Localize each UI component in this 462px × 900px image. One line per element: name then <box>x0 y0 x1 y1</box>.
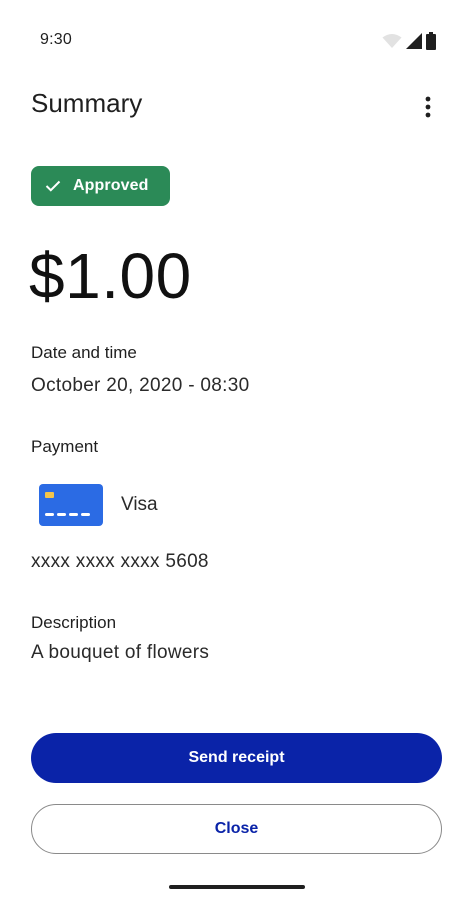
app-bar: Summary <box>0 80 462 134</box>
page-title: Summary <box>31 88 143 118</box>
more-vert-icon <box>425 96 431 123</box>
wifi-icon <box>382 33 402 49</box>
cellular-signal-icon <box>406 33 422 49</box>
status-badge: Approved <box>31 166 170 206</box>
check-icon <box>45 180 61 192</box>
overflow-menu-button[interactable] <box>411 92 445 126</box>
status-bar: 9:30 <box>0 0 462 80</box>
home-indicator[interactable] <box>169 885 305 889</box>
send-receipt-button[interactable]: Send receipt <box>31 733 442 783</box>
status-time: 9:30 <box>40 31 72 48</box>
card-number-dots <box>45 513 90 516</box>
card-number: xxxx xxxx xxxx 5608 <box>31 551 209 572</box>
status-badge-label: Approved <box>73 177 149 194</box>
payment-label: Payment <box>31 437 99 456</box>
payment-method-row: Visa <box>39 484 158 526</box>
status-icons <box>382 30 436 52</box>
transaction-amount: $1.00 <box>29 240 192 312</box>
description-label: Description <box>31 613 117 632</box>
card-brand: Visa <box>121 494 158 515</box>
date-time-value: October 20, 2020 - 08:30 <box>31 375 250 396</box>
close-button[interactable]: Close <box>31 804 442 854</box>
credit-card-icon <box>39 484 103 526</box>
card-chip <box>45 492 54 498</box>
description-value: A bouquet of flowers <box>31 642 210 663</box>
battery-icon <box>426 32 436 50</box>
date-time-label: Date and time <box>31 343 137 362</box>
